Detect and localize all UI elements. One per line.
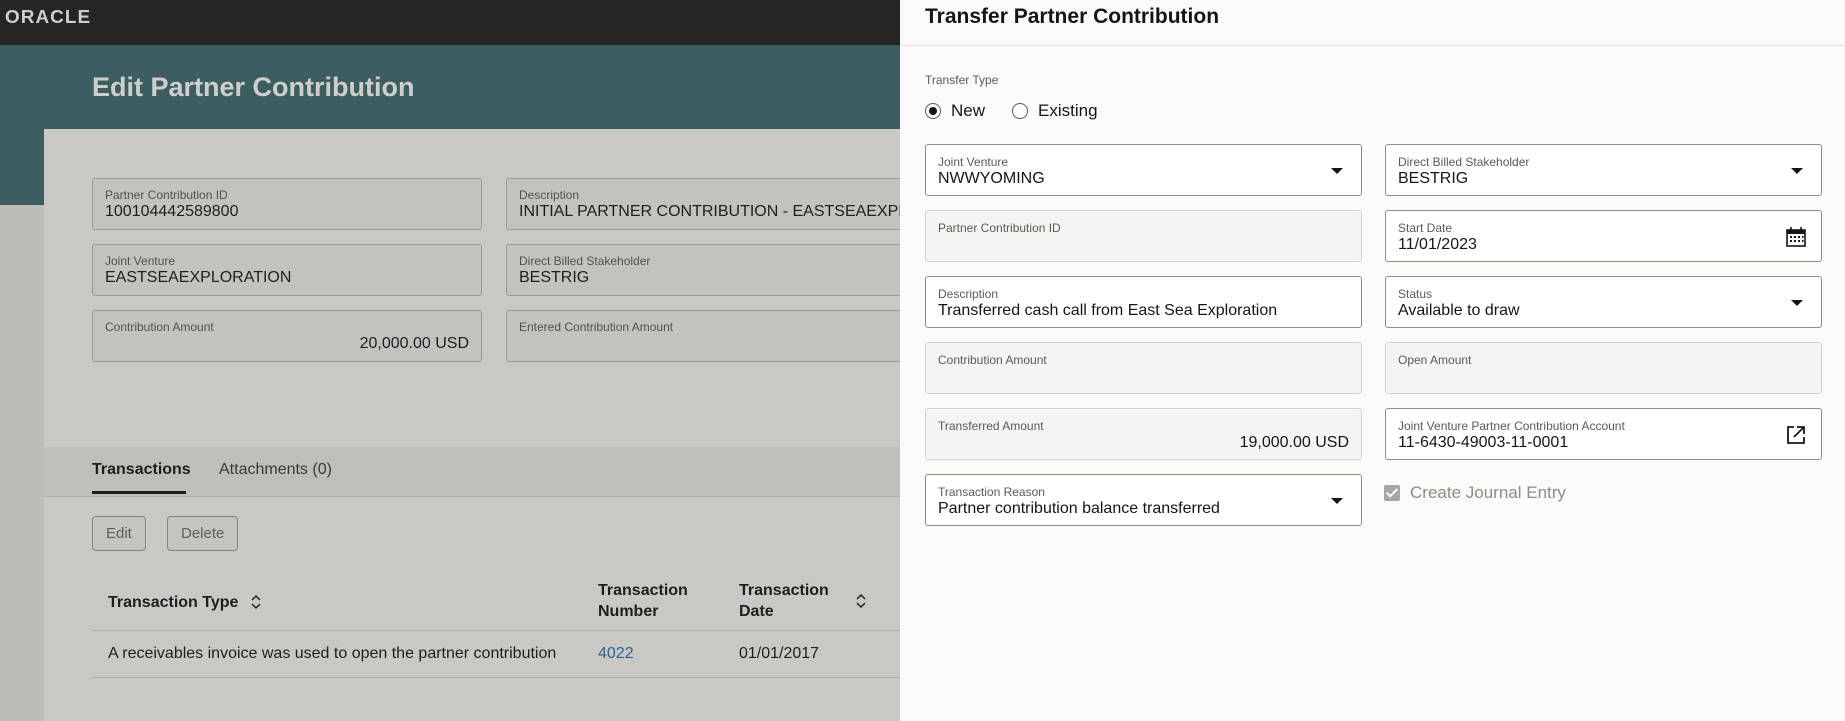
drawer-title: Transfer Partner Contribution — [925, 5, 1220, 28]
transfer-type-label: Transfer Type — [925, 73, 999, 87]
field-label: Transferred Amount — [938, 419, 1044, 433]
transfer-drawer: Transfer Partner Contribution Transfer T… — [900, 0, 1845, 721]
jv-partner-contribution-account-field[interactable]: Joint Venture Partner Contribution Accou… — [1385, 408, 1822, 460]
field-label: Contribution Amount — [938, 353, 1047, 367]
field-label: Description — [938, 287, 999, 301]
transferred-amount-field: Transferred Amount 19,000.00 USD — [925, 408, 1362, 460]
checkbox-checked-icon[interactable] — [1384, 485, 1400, 501]
field-label: Status — [1398, 287, 1433, 301]
field-label: Transaction Reason — [938, 485, 1045, 499]
chevron-down-icon[interactable] — [1791, 168, 1803, 174]
calendar-icon[interactable] — [1785, 226, 1807, 248]
background-page: ORACLE Edit Partner Contribution Partner… — [0, 0, 900, 721]
radio-new-label: New — [951, 101, 986, 120]
field-value: Transferred cash call from East Sea Expl… — [938, 302, 1278, 319]
field-value: BESTRIG — [1398, 170, 1469, 187]
field-value: NWWYOMING — [938, 170, 1045, 187]
open-amount-field: Open Amount — [1385, 342, 1822, 394]
field-label: Start Date — [1398, 221, 1453, 235]
partner-contribution-id-field: Partner Contribution ID — [925, 210, 1362, 262]
description-input[interactable]: Description Transferred cash call from E… — [925, 276, 1362, 328]
field-label: Partner Contribution ID — [938, 221, 1061, 235]
field-value: 11-6430-49003-11-0001 — [1398, 434, 1569, 451]
radio-existing[interactable]: Existing — [1012, 101, 1098, 121]
chevron-down-icon[interactable] — [1791, 300, 1803, 306]
transaction-reason-select[interactable]: Transaction Reason Partner contribution … — [925, 474, 1362, 526]
contribution-amount-field: Contribution Amount — [925, 342, 1362, 394]
field-label: Joint Venture Partner Contribution Accou… — [1398, 419, 1625, 433]
field-value: Partner contribution balance transferred — [938, 500, 1220, 517]
radio-existing-label: Existing — [1038, 101, 1098, 120]
chevron-down-icon[interactable] — [1331, 498, 1343, 504]
joint-venture-select[interactable]: Joint Venture NWWYOMING — [925, 144, 1362, 196]
chevron-down-icon[interactable] — [1331, 168, 1343, 174]
radio-selected-icon[interactable] — [925, 103, 941, 119]
radio-new[interactable]: New — [925, 101, 985, 121]
start-date-field[interactable]: Start Date 11/01/2023 — [1385, 210, 1822, 262]
create-journal-entry-checkbox[interactable]: Create Journal Entry — [1384, 483, 1566, 503]
field-value: 19,000.00 USD — [1239, 434, 1349, 451]
create-journal-entry-label: Create Journal Entry — [1410, 483, 1566, 502]
field-value: 11/01/2023 — [1398, 236, 1477, 253]
direct-billed-stakeholder-select[interactable]: Direct Billed Stakeholder BESTRIG — [1385, 144, 1822, 196]
status-select[interactable]: Status Available to draw — [1385, 276, 1822, 328]
drawer-header: Transfer Partner Contribution — [900, 0, 1845, 46]
field-value: Available to draw — [1398, 302, 1520, 319]
field-label: Open Amount — [1398, 353, 1472, 367]
modal-scrim[interactable] — [0, 0, 900, 721]
field-label: Direct Billed Stakeholder — [1398, 155, 1530, 169]
field-label: Joint Venture — [938, 155, 1009, 169]
open-external-icon[interactable] — [1785, 424, 1807, 446]
radio-unselected-icon[interactable] — [1012, 103, 1028, 119]
